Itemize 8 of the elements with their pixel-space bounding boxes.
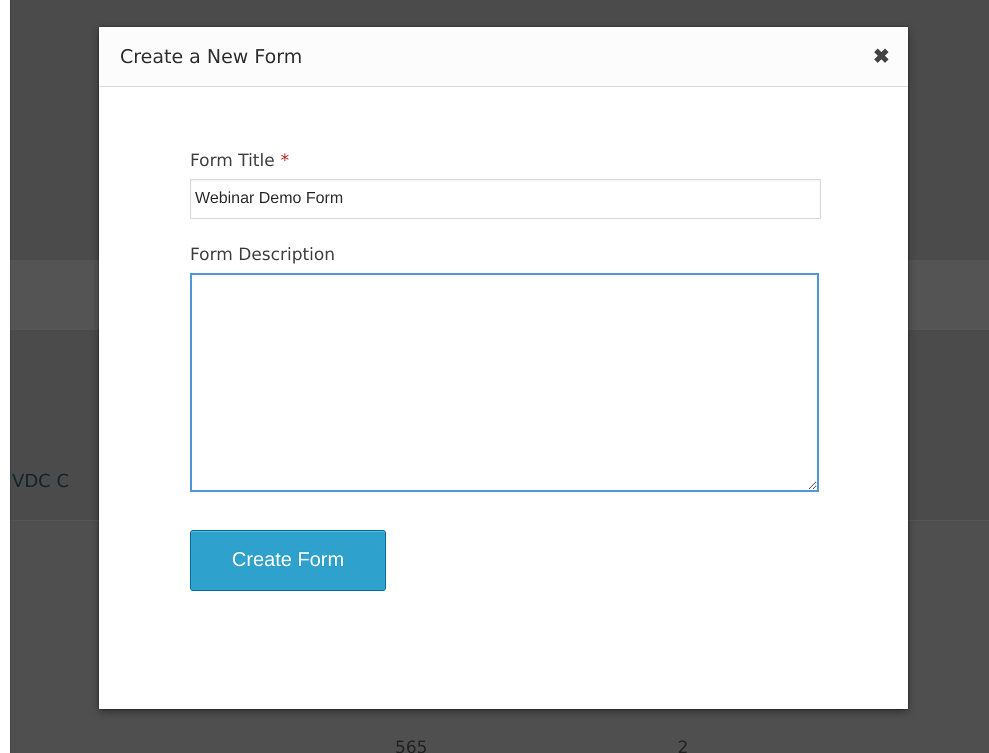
field-label: Form Description	[190, 245, 336, 265]
row-label: VDC C	[11, 470, 70, 494]
field-label: Form Title	[190, 151, 275, 171]
title-field[interactable]: Webinar Demo Form	[190, 179, 821, 219]
required-mark: *	[280, 151, 290, 171]
description-field[interactable]	[190, 273, 819, 492]
close-button[interactable]: ✖	[873, 44, 890, 69]
dialog-title: Create a New Form	[120, 46, 304, 68]
